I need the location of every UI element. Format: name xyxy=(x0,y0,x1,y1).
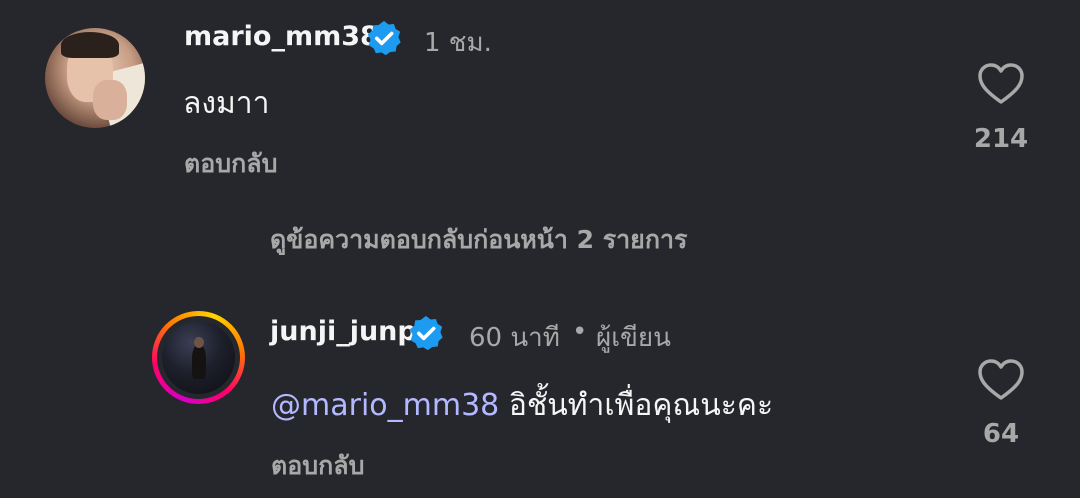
reply-button[interactable]: ตอบกลับ xyxy=(184,144,277,184)
like-count: 64 xyxy=(982,419,1020,449)
like-count: 214 xyxy=(973,124,1029,154)
avatar-photo-hair xyxy=(61,32,119,58)
meta-separator: • xyxy=(572,317,588,347)
view-previous-replies-link[interactable]: ดูข้อความตอบกลับก่อนหน้า 2 รายการ xyxy=(270,220,687,260)
author-label: ผู้เขียน xyxy=(596,323,671,353)
comment-username[interactable]: mario_mm38 xyxy=(184,21,379,52)
reply-button[interactable]: ตอบกลับ xyxy=(271,446,364,486)
reply-timestamp: 60 นาที xyxy=(469,323,560,353)
comment-timestamp: 1 ชม. xyxy=(424,28,492,58)
reply-username[interactable]: junji_junp xyxy=(270,316,417,347)
avatar-photo-head xyxy=(194,337,204,348)
comment-text: ลงมาา xyxy=(183,86,270,121)
avatar[interactable] xyxy=(45,28,145,128)
heart-icon[interactable] xyxy=(977,62,1025,106)
verified-badge-icon xyxy=(409,315,443,351)
mention-link[interactable]: @mario_mm38 xyxy=(271,388,499,423)
heart-icon[interactable] xyxy=(977,358,1025,402)
reply-text-body: อิชั้นทำเพื่อคุณนะคะ xyxy=(508,388,774,423)
avatar xyxy=(162,321,235,394)
reply-text: @mario_mm38 อิชั้นทำเพื่อคุณนะคะ xyxy=(271,382,773,429)
avatar-photo-hand xyxy=(93,80,127,120)
avatar-photo-figure xyxy=(192,345,206,379)
story-ring-avatar[interactable] xyxy=(152,311,245,404)
verified-badge-icon xyxy=(367,20,401,56)
